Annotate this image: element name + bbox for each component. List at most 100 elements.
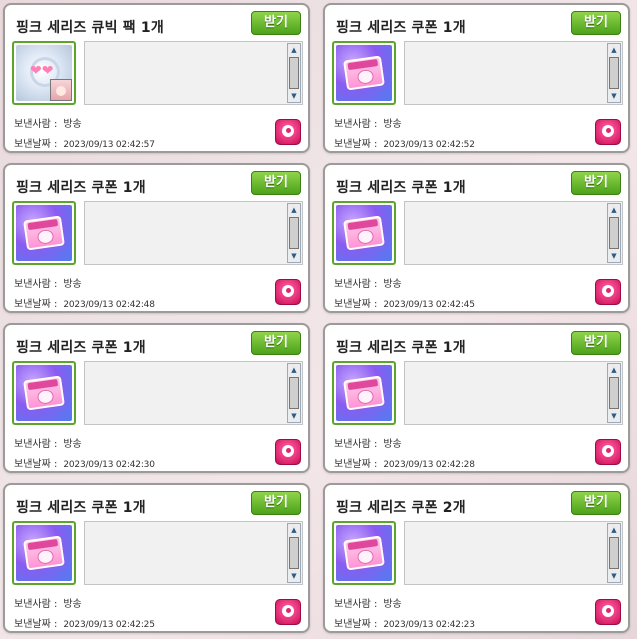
scroll-thumb[interactable] — [609, 217, 619, 249]
ticket-shape — [23, 215, 65, 251]
delete-button[interactable] — [275, 119, 301, 145]
sender-label: 보낸사람 : — [14, 119, 58, 130]
scroll-down-icon[interactable]: ▼ — [609, 571, 619, 581]
mail-title: 핑크 세리즈 큐빅 팩 1개 — [16, 20, 164, 36]
scroll-down-icon[interactable]: ▼ — [609, 251, 619, 261]
scroll-up-icon[interactable]: ▲ — [289, 365, 299, 375]
scroll-up-icon[interactable]: ▲ — [609, 365, 619, 375]
scrollbar[interactable]: ▲ ▼ — [287, 523, 301, 583]
scrollbar[interactable]: ▲ ▼ — [287, 43, 301, 103]
scroll-down-icon[interactable]: ▼ — [609, 411, 619, 421]
scroll-up-icon[interactable]: ▲ — [609, 525, 619, 535]
scroll-thumb[interactable] — [289, 57, 299, 89]
scroll-up-icon[interactable]: ▲ — [289, 205, 299, 215]
accept-button[interactable]: 받기 — [251, 11, 301, 35]
sender-label: 보낸사람 : — [334, 439, 378, 450]
mail-card: 핑크 세리즈 큐빅 팩 1개 받기 ❤❤ ▲ ▼ 보낸사람 : 방송 보낸날짜 :… — [3, 3, 310, 153]
date-row: 보낸날짜 : 2023/09/13 02:42:25 — [14, 615, 155, 630]
scroll-down-icon[interactable]: ▼ — [609, 91, 619, 101]
sender-label: 보낸사람 : — [334, 279, 378, 290]
delete-icon — [602, 125, 614, 137]
message-box[interactable]: ▲ ▼ — [404, 41, 623, 105]
scroll-up-icon[interactable]: ▲ — [289, 525, 299, 535]
scrollbar[interactable]: ▲ ▼ — [607, 363, 621, 423]
scroll-thumb[interactable] — [609, 377, 619, 409]
scrollbar[interactable]: ▲ ▼ — [287, 363, 301, 423]
ticket-band — [347, 219, 379, 231]
delete-button[interactable] — [275, 279, 301, 305]
date-label: 보낸날짜 : — [14, 619, 58, 630]
ticket-face — [36, 228, 55, 245]
message-box[interactable]: ▲ ▼ — [404, 201, 623, 265]
ticket-face — [356, 228, 375, 245]
mail-title: 핑크 세리즈 쿠폰 1개 — [16, 340, 146, 356]
ticket-shape — [343, 215, 385, 251]
accept-button[interactable]: 받기 — [571, 331, 621, 355]
date-row: 보낸날짜 : 2023/09/13 02:42:52 — [334, 135, 475, 150]
delete-button[interactable] — [595, 119, 621, 145]
date-row: 보낸날짜 : 2023/09/13 02:42:28 — [334, 455, 475, 470]
message-box[interactable]: ▲ ▼ — [84, 521, 303, 585]
delete-icon — [282, 285, 294, 297]
cubic-pack-icon: ❤❤ — [16, 45, 72, 101]
accept-button[interactable]: 받기 — [571, 11, 621, 35]
ticket-band — [27, 219, 59, 231]
ticket-face — [356, 548, 375, 565]
coupon-icon — [16, 525, 72, 581]
scrollbar[interactable]: ▲ ▼ — [287, 203, 301, 263]
scroll-up-icon[interactable]: ▲ — [609, 205, 619, 215]
sender-row: 보낸사람 : 방송 — [334, 595, 402, 610]
scroll-down-icon[interactable]: ▼ — [289, 571, 299, 581]
accept-button[interactable]: 받기 — [251, 331, 301, 355]
date-value: 2023/09/13 02:42:52 — [383, 140, 475, 150]
message-box[interactable]: ▲ ▼ — [84, 41, 303, 105]
scroll-thumb[interactable] — [609, 57, 619, 89]
scroll-down-icon[interactable]: ▼ — [289, 411, 299, 421]
delete-button[interactable] — [275, 599, 301, 625]
delete-button[interactable] — [275, 439, 301, 465]
accept-button[interactable]: 받기 — [251, 491, 301, 515]
scrollbar[interactable]: ▲ ▼ — [607, 43, 621, 103]
delete-icon — [602, 605, 614, 617]
scroll-thumb[interactable] — [289, 377, 299, 409]
accept-button[interactable]: 받기 — [251, 171, 301, 195]
mail-title: 핑크 세리즈 쿠폰 1개 — [336, 180, 466, 196]
scroll-down-icon[interactable]: ▼ — [289, 91, 299, 101]
date-label: 보낸날짜 : — [14, 459, 58, 470]
sender-value: 방송 — [383, 439, 402, 450]
message-box[interactable]: ▲ ▼ — [84, 201, 303, 265]
date-row: 보낸날짜 : 2023/09/13 02:42:30 — [14, 455, 155, 470]
ticket-shape — [23, 375, 65, 411]
scroll-up-icon[interactable]: ▲ — [289, 45, 299, 55]
item-icon-frame — [332, 41, 396, 105]
message-box[interactable]: ▲ ▼ — [404, 521, 623, 585]
coupon-icon — [336, 525, 392, 581]
delete-button[interactable] — [595, 599, 621, 625]
scroll-thumb[interactable] — [289, 537, 299, 569]
ticket-band — [27, 379, 59, 391]
scroll-down-icon[interactable]: ▼ — [289, 251, 299, 261]
scrollbar[interactable]: ▲ ▼ — [607, 523, 621, 583]
ticket-shape — [343, 375, 385, 411]
sender-label: 보낸사람 : — [14, 279, 58, 290]
message-box[interactable]: ▲ ▼ — [404, 361, 623, 425]
sender-value: 방송 — [383, 279, 402, 290]
scroll-thumb[interactable] — [609, 537, 619, 569]
coupon-icon — [336, 45, 392, 101]
scroll-thumb[interactable] — [289, 217, 299, 249]
delete-button[interactable] — [595, 279, 621, 305]
sender-label: 보낸사람 : — [14, 439, 58, 450]
sender-row: 보낸사람 : 방송 — [14, 595, 82, 610]
delete-button[interactable] — [595, 439, 621, 465]
accept-button[interactable]: 받기 — [571, 171, 621, 195]
sender-value: 방송 — [63, 439, 82, 450]
accept-button[interactable]: 받기 — [571, 491, 621, 515]
scroll-up-icon[interactable]: ▲ — [609, 45, 619, 55]
scrollbar[interactable]: ▲ ▼ — [607, 203, 621, 263]
message-box[interactable]: ▲ ▼ — [84, 361, 303, 425]
delete-icon — [602, 285, 614, 297]
ticket-band — [27, 539, 59, 551]
item-icon-frame — [332, 521, 396, 585]
date-value: 2023/09/13 02:42:25 — [63, 620, 155, 630]
mail-title: 핑크 세리즈 쿠폰 2개 — [336, 500, 466, 516]
